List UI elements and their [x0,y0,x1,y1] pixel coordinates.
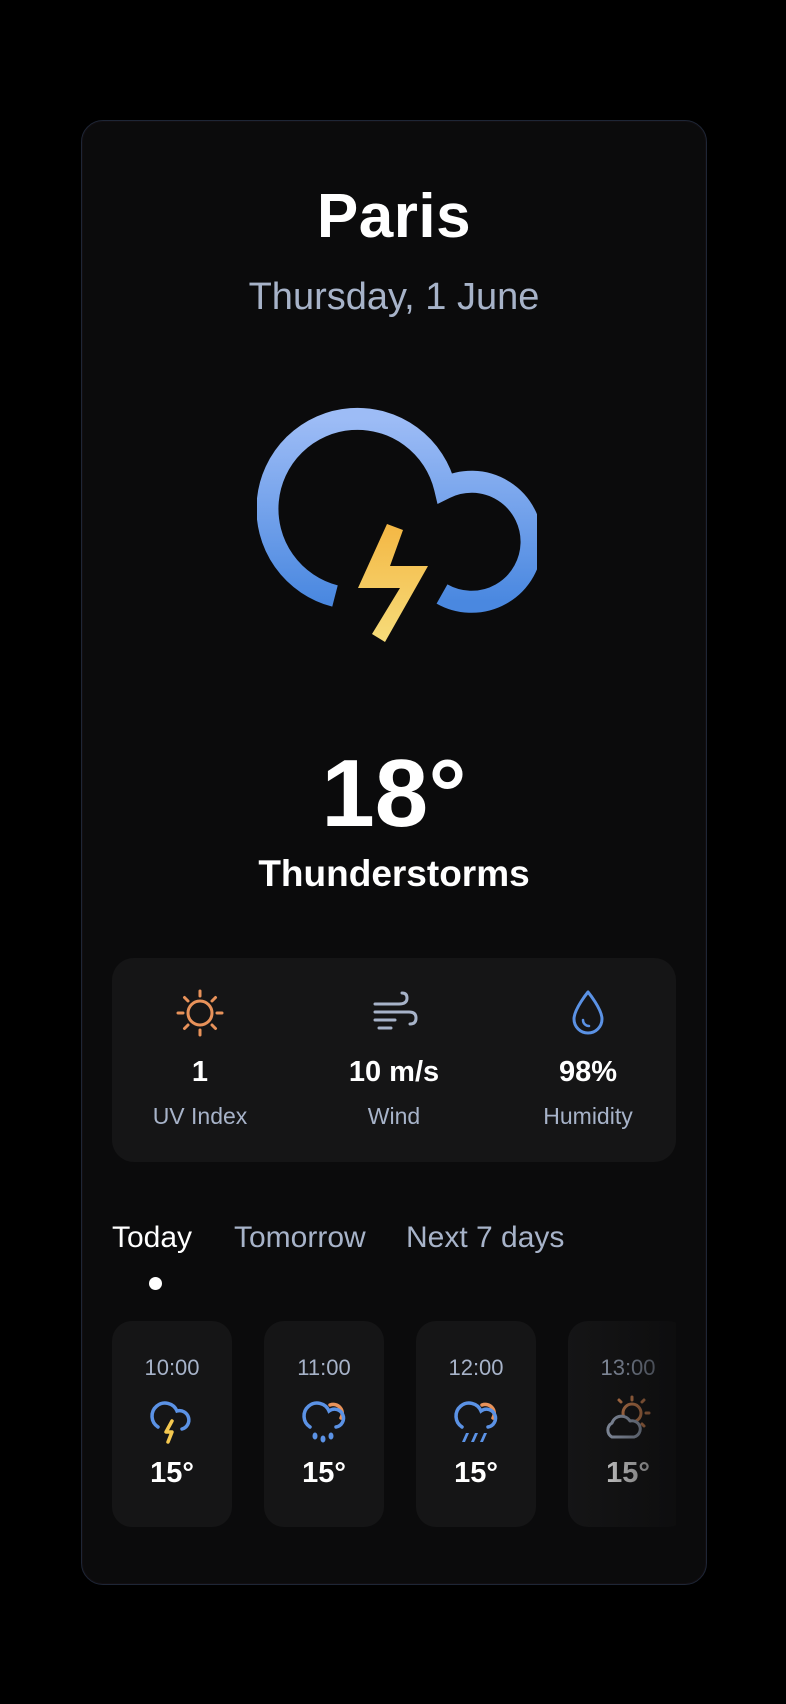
thunderstorm-icon [257,407,537,642]
active-tab-indicator [149,1277,162,1290]
hour-temperature: 15° [302,1457,346,1489]
hour-temperature: 15° [606,1457,650,1489]
hourly-forecast-item[interactable]: 12:00 15° [416,1321,536,1527]
tab-tomorrow[interactable]: Tomorrow [234,1221,366,1255]
humidity-label: Humidity [543,1103,633,1129]
partly-cloudy-icon [606,1395,651,1439]
city-name: Paris [316,182,472,251]
stat-humidity: 98% Humidity [508,958,668,1162]
hourly-forecast-item[interactable]: 13:00 15° [568,1321,676,1527]
thunderstorm-small-icon [150,1401,191,1444]
hourly-forecast-item[interactable]: 10:00 15° [112,1321,232,1527]
tab-next-7-days[interactable]: Next 7 days [406,1221,564,1255]
droplet-icon [572,990,604,1035]
uv-index-value: 1 [191,1056,209,1088]
sun-icon [176,989,224,1037]
hour-time: 12:00 [448,1355,504,1380]
current-condition: Thunderstorms [258,853,530,894]
hour-time: 11:00 [297,1355,351,1380]
hour-time: 10:00 [144,1355,200,1380]
hour-time: 13:00 [600,1355,656,1380]
stat-wind: 10 m/s Wind [314,958,474,1162]
wind-icon [373,991,418,1030]
current-temperature: 18° [321,740,467,847]
wind-label: Wind [367,1103,421,1129]
hour-temperature: 15° [150,1457,194,1489]
stat-uv-index: 1 UV Index [120,958,280,1162]
hourly-forecast-list[interactable]: 10:00 15° 11:00 15° 12:00 15° 13:00 15° [112,1321,676,1527]
hour-temperature: 15° [454,1457,498,1489]
uv-index-label: UV Index [152,1103,248,1129]
tab-today[interactable]: Today [112,1221,192,1255]
weather-card: Paris Thursday, 1 June 18° Thunderstorms [81,120,707,1585]
current-date: Thursday, 1 June [248,276,540,318]
rain-sun-icon [302,1401,346,1443]
humidity-value: 98% [558,1056,618,1088]
heavy-rain-sun-icon [454,1401,498,1442]
forecast-tabs: Today Tomorrow Next 7 days [112,1221,676,1281]
wind-value: 10 m/s [348,1056,440,1088]
hourly-forecast-item[interactable]: 11:00 15° [264,1321,384,1527]
weather-stats-panel: 1 UV Index 10 m/s Wind 98% Humidity [112,958,676,1162]
